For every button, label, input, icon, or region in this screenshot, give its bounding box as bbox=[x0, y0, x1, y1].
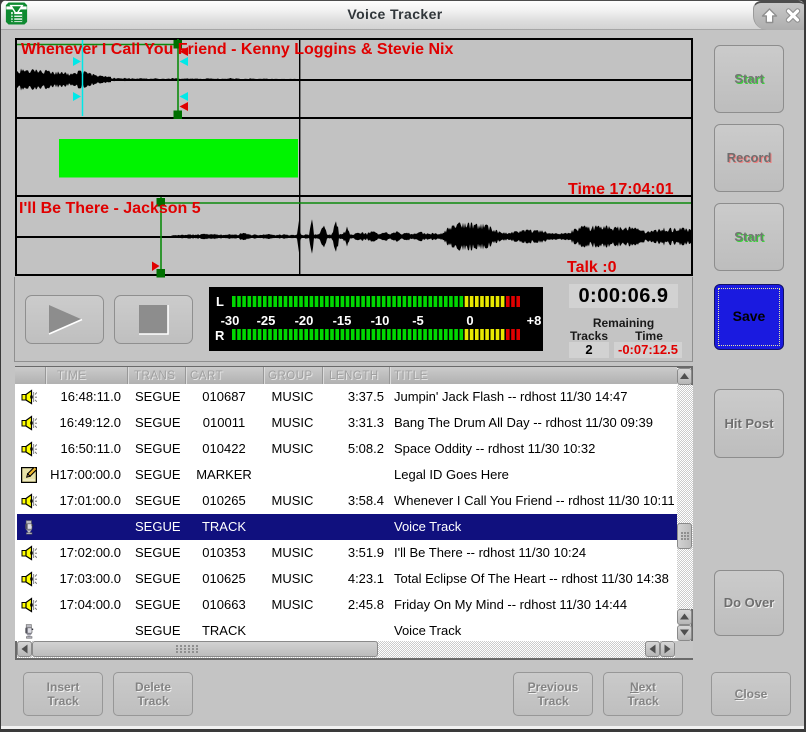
svg-text:-20: -20 bbox=[295, 313, 314, 328]
svg-text:-10: -10 bbox=[371, 313, 390, 328]
svg-text:R: R bbox=[215, 328, 225, 343]
svg-text:0: 0 bbox=[466, 313, 473, 328]
svg-text:L: L bbox=[216, 294, 224, 309]
svg-text:-5: -5 bbox=[412, 313, 424, 328]
svg-text:-25: -25 bbox=[257, 313, 276, 328]
svg-text:+8: +8 bbox=[527, 313, 542, 328]
svg-text:-30: -30 bbox=[221, 313, 240, 328]
svg-text:-15: -15 bbox=[333, 313, 352, 328]
